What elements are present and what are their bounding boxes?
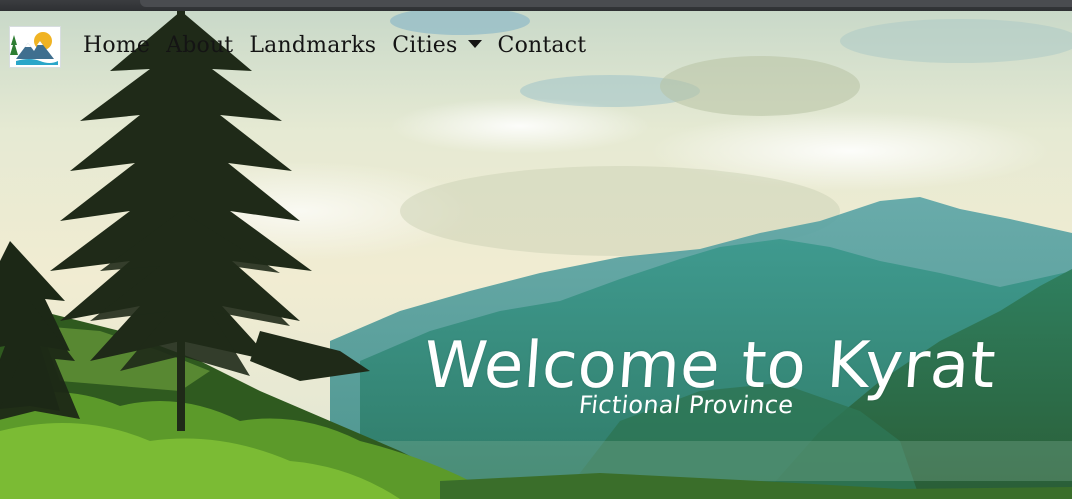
hero-subtitle: Fictional Province [577,391,795,419]
top-navbar: Home About Landmarks Cities Contact [0,12,1072,78]
caret-down-icon [467,40,482,48]
brand-logo-link[interactable] [9,26,61,68]
nav-links: Home About Landmarks Cities Contact [83,30,602,62]
nav-home-link[interactable]: Home [83,30,150,62]
hero-background-image [0,11,1072,499]
hero-banner: Welcome to Kyrat Fictional Province [0,11,1072,499]
nav-cities-dropdown[interactable]: Cities [392,30,482,62]
browser-tab-edge [140,0,1072,7]
browser-top-edge [0,0,1072,11]
nav-about-link[interactable]: About [166,30,233,62]
nav-cities-label: Cities [392,33,458,58]
hero-heading-group: Welcome to Kyrat Fictional Province [421,329,998,419]
nav-contact-link[interactable]: Contact [498,30,587,62]
nav-landmarks-link[interactable]: Landmarks [249,30,376,62]
mountain-logo-icon [10,27,60,67]
